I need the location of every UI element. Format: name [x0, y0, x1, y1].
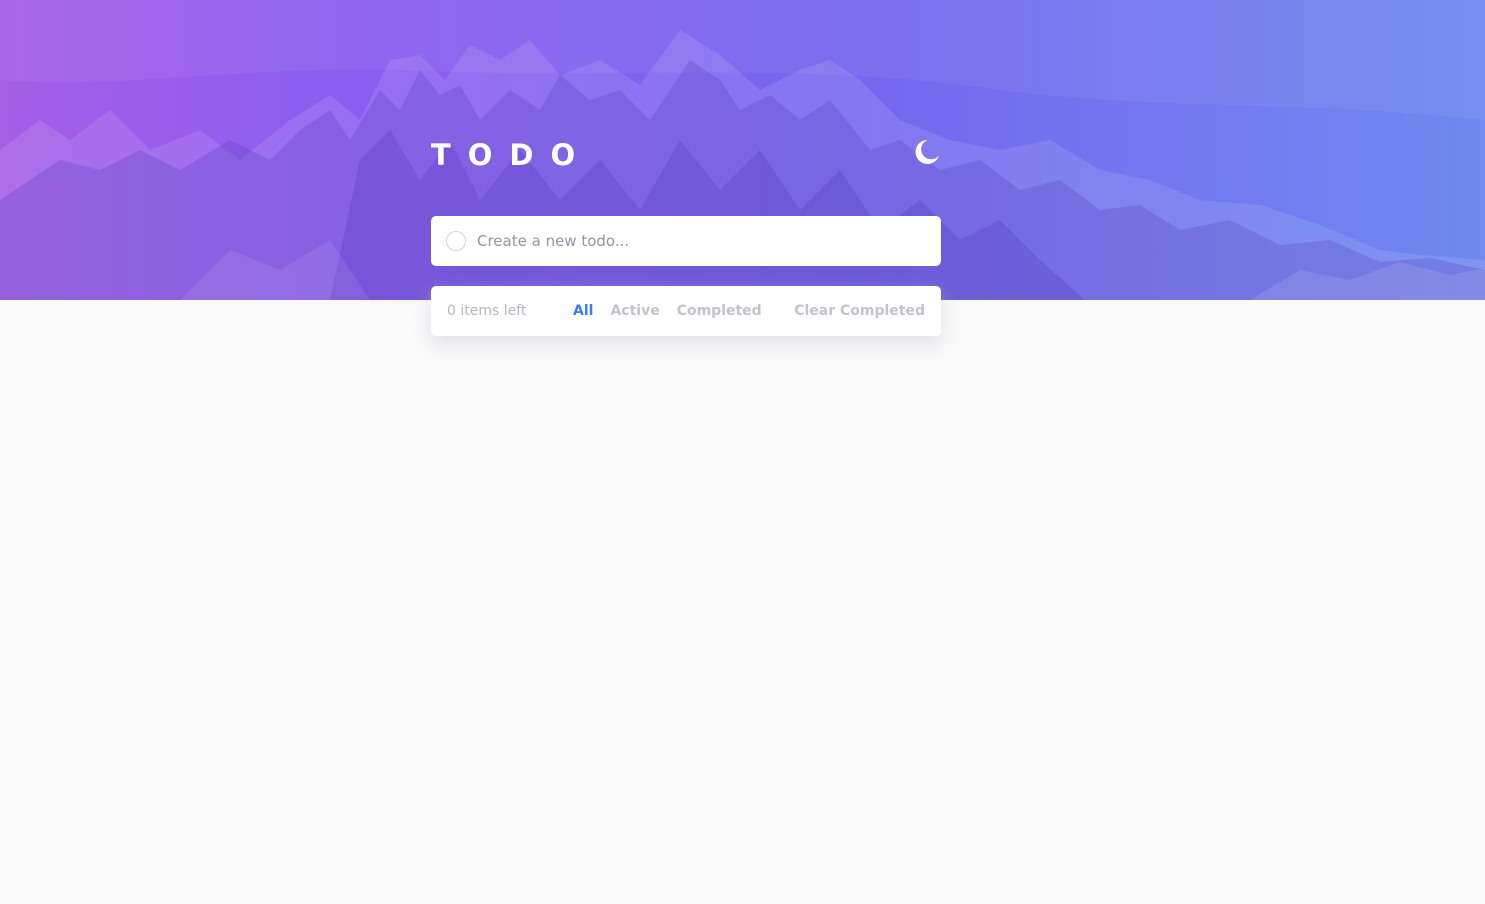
- moon-icon: [915, 140, 939, 164]
- app-title: TODO: [431, 138, 593, 172]
- clear-completed-button[interactable]: Clear Completed: [794, 302, 925, 320]
- theme-toggle-button[interactable]: [913, 138, 941, 166]
- app-header: TODO: [431, 134, 941, 176]
- filter-completed[interactable]: Completed: [677, 302, 762, 320]
- filter-group: All Active Completed: [573, 302, 779, 320]
- filter-all[interactable]: All: [573, 302, 593, 320]
- new-todo-form: [431, 216, 941, 266]
- filter-active[interactable]: Active: [610, 302, 659, 320]
- todo-footer: 0 items left All Active Completed Clear Co…: [431, 286, 941, 336]
- new-todo-input[interactable]: [477, 216, 917, 266]
- items-left-count: 0 items left: [447, 303, 527, 319]
- new-todo-check-circle[interactable]: [446, 231, 466, 251]
